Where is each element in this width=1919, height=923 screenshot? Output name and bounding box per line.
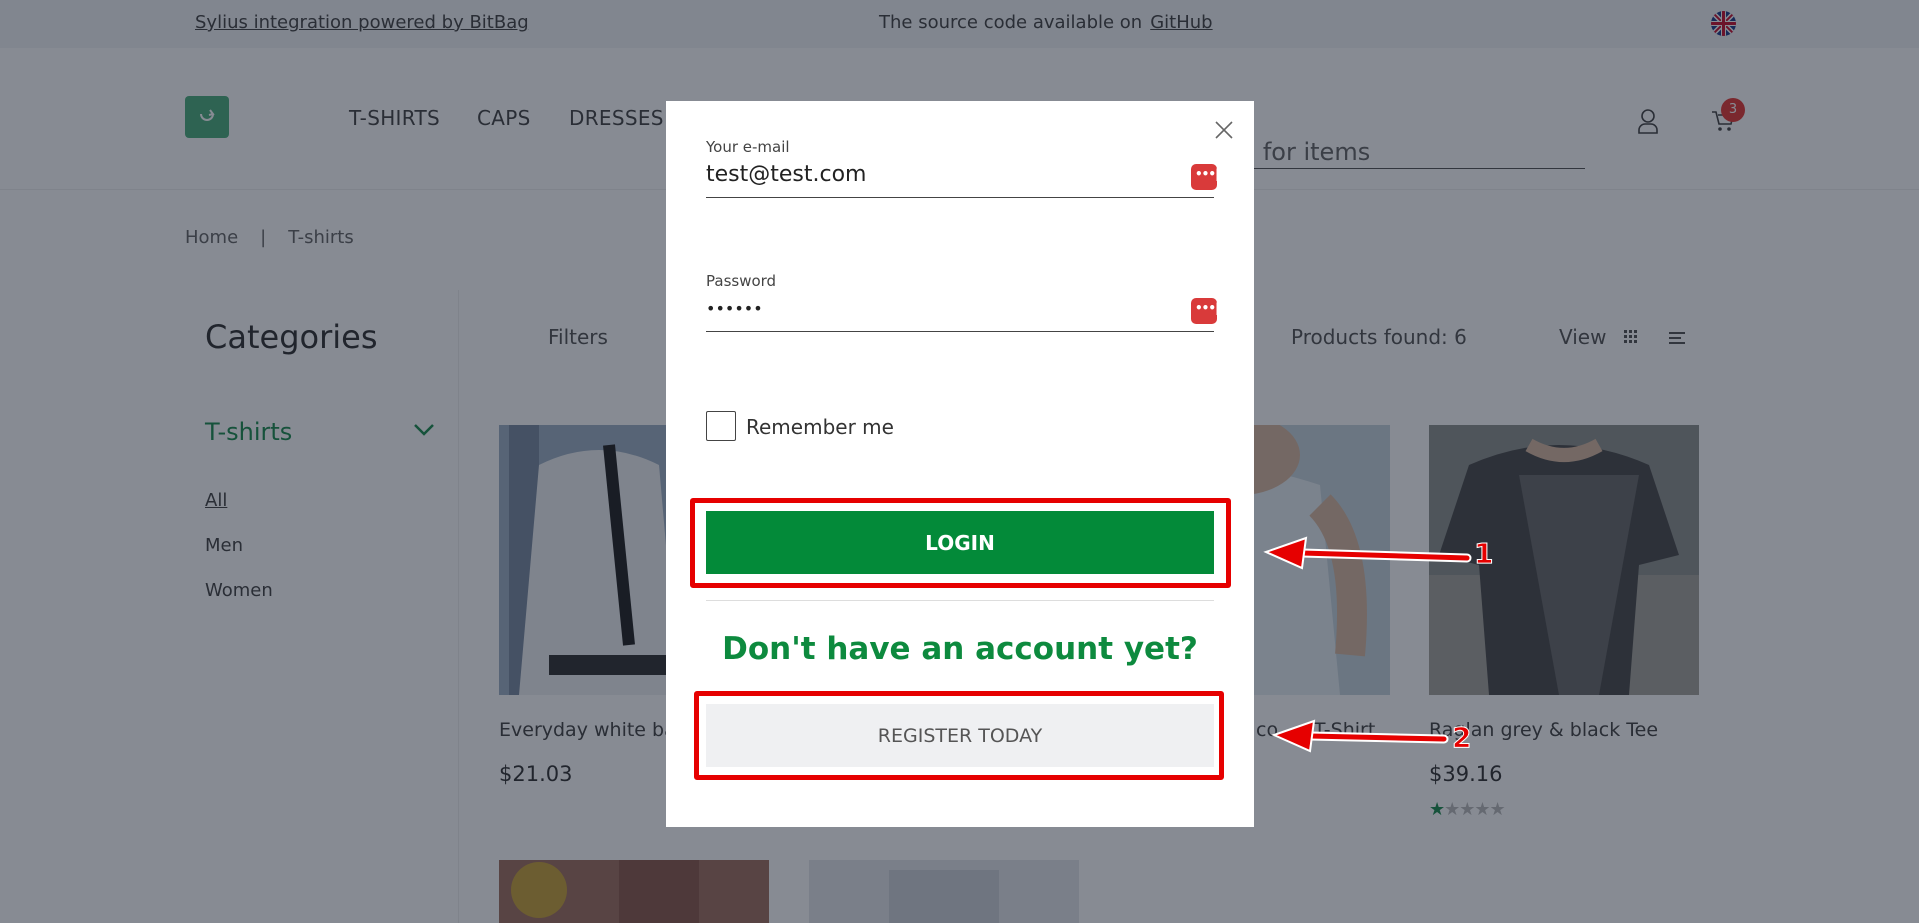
register-highlight-box (694, 691, 1224, 780)
password-manager-icon[interactable]: •••| (1191, 298, 1219, 324)
login-highlight-box (690, 498, 1231, 588)
no-account-heading: Don't have an account yet? (722, 631, 1198, 667)
remember-me-checkbox[interactable] (706, 411, 736, 441)
email-field[interactable]: •••| (706, 154, 1219, 198)
password-manager-icon[interactable]: •••| (1191, 164, 1219, 190)
annotation-number-2: 2 (1451, 721, 1472, 755)
arrow-icon (1271, 719, 1449, 753)
close-icon[interactable] (1213, 119, 1235, 141)
remember-me-label[interactable]: Remember me (746, 415, 894, 439)
modal-divider (706, 600, 1214, 601)
arrow-icon (1263, 536, 1472, 570)
password-field[interactable]: •••| (706, 288, 1219, 332)
password-input[interactable] (706, 288, 1166, 328)
annotation-number-1: 1 (1473, 537, 1494, 571)
email-input[interactable] (706, 154, 1166, 194)
